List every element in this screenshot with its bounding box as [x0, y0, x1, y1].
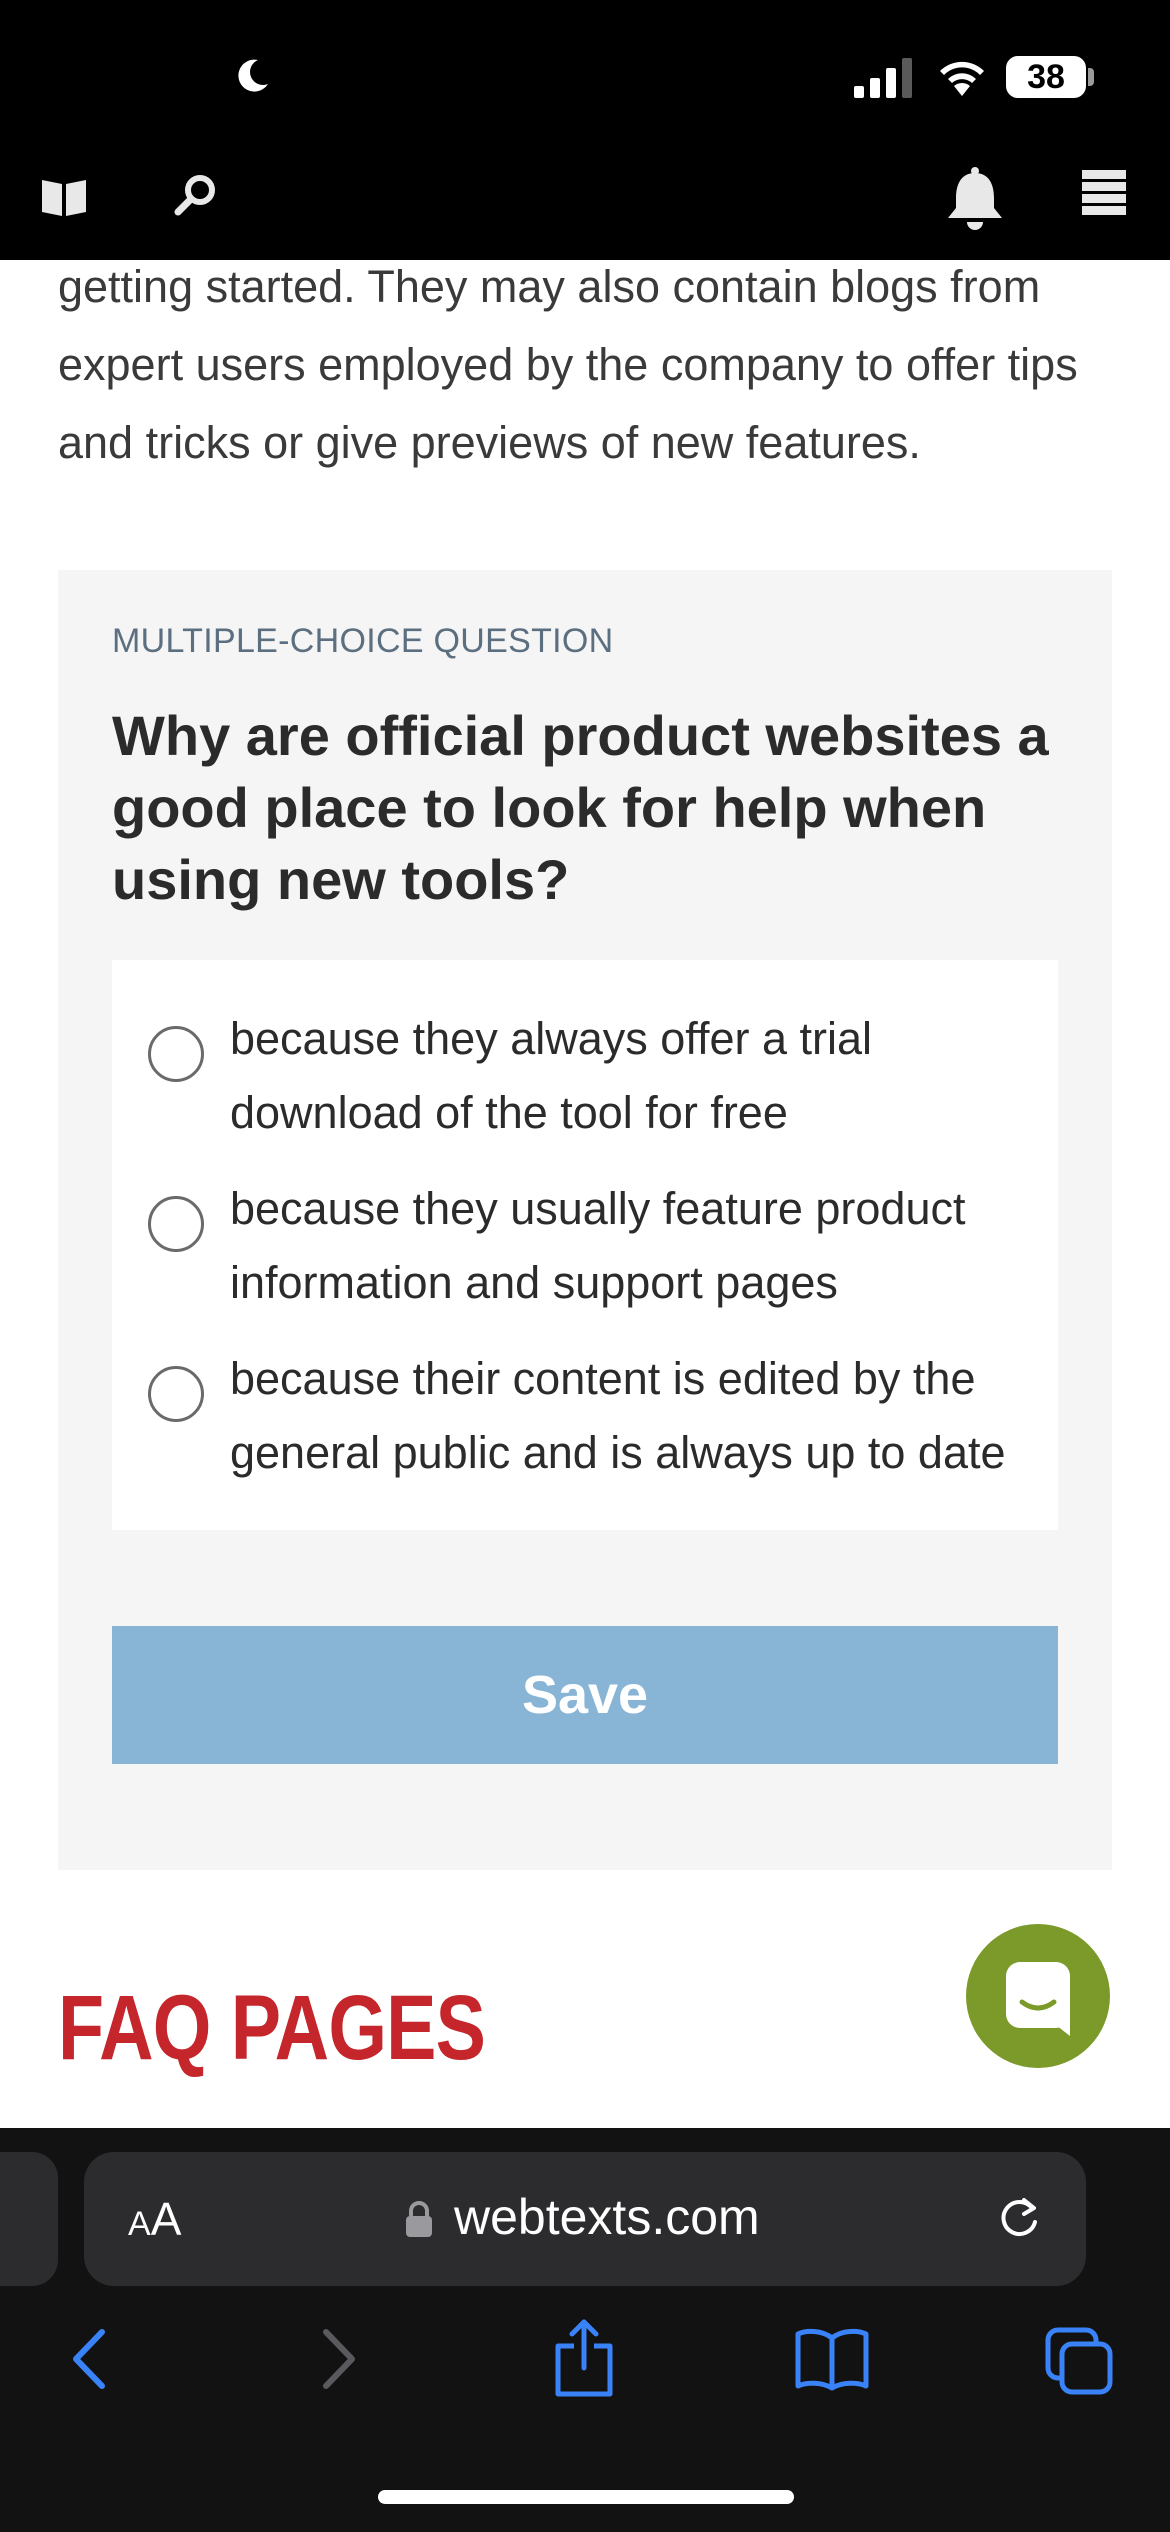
share-icon[interactable] — [552, 2318, 616, 2398]
reload-icon[interactable] — [994, 2194, 1044, 2244]
moon-icon — [238, 59, 268, 92]
intro-paragraph: getting started. They may also contain b… — [58, 261, 1078, 468]
section-heading: FAQ PAGES — [58, 1977, 486, 2079]
quiz-option-3[interactable]: because their content is edited by the g… — [112, 1342, 1058, 1502]
home-indicator[interactable] — [378, 2490, 794, 2504]
text-size-button[interactable]: AA — [128, 2192, 181, 2246]
forward-icon[interactable] — [318, 2326, 362, 2392]
quiz-label: MULTIPLE-CHOICE QUESTION — [112, 622, 614, 660]
quiz-option-1[interactable]: because they always offer a trial downlo… — [112, 1002, 1058, 1162]
chat-button[interactable] — [966, 1924, 1110, 2068]
quiz-card: MULTIPLE-CHOICE QUESTION Why are officia… — [58, 570, 1112, 1870]
save-button[interactable]: Save — [112, 1626, 1058, 1764]
signal-icon — [854, 58, 912, 98]
search-icon[interactable] — [172, 172, 220, 220]
bookmarks-icon[interactable] — [794, 2326, 870, 2392]
quiz-question: Why are official product websites a good… — [112, 704, 1049, 911]
book-icon[interactable] — [40, 172, 88, 220]
quiz-option-2[interactable]: because they usually feature product inf… — [112, 1172, 1058, 1332]
previous-tab-preview[interactable] — [0, 2152, 58, 2286]
chat-icon — [1006, 1962, 1070, 2036]
url-text: webtexts.com — [454, 2189, 760, 2245]
option-label: because their content is edited by the g… — [230, 1353, 1006, 1478]
wifi-icon — [940, 61, 984, 96]
battery-tip — [1088, 68, 1094, 86]
back-icon[interactable] — [66, 2326, 110, 2392]
app-title: NAVIGATING A DIGITAL WORLD — [292, 176, 882, 218]
battery-indicator: 38 — [1006, 56, 1086, 98]
radio-button[interactable] — [148, 1026, 204, 1082]
radio-button[interactable] — [148, 1196, 204, 1252]
option-label: because they usually feature product inf… — [230, 1183, 966, 1308]
status-time: 2:28 — [108, 45, 215, 103]
menu-icon[interactable] — [1082, 170, 1126, 216]
option-label: because they always offer a trial downlo… — [230, 1013, 873, 1138]
bell-icon[interactable] — [944, 166, 1006, 232]
tabs-icon[interactable] — [1044, 2326, 1114, 2396]
radio-button[interactable] — [148, 1366, 204, 1422]
lock-icon — [406, 2201, 432, 2237]
quiz-options: because they always offer a trial downlo… — [112, 960, 1058, 1530]
